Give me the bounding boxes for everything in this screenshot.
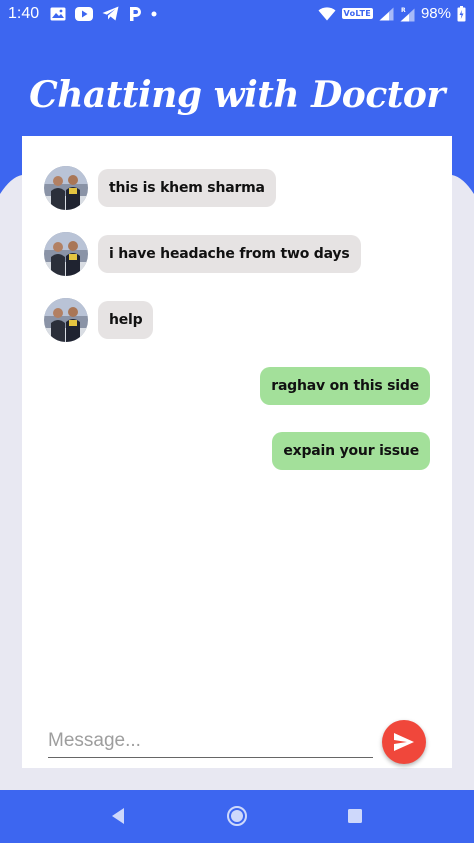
message-input[interactable] (48, 726, 373, 758)
home-button[interactable] (225, 804, 249, 828)
dot-icon (151, 11, 157, 17)
signal-icon (379, 7, 394, 21)
battery-icon (457, 5, 466, 22)
recents-icon (346, 807, 364, 825)
recents-button[interactable] (343, 804, 367, 828)
message-row-received: this is khem sharma (44, 166, 276, 210)
volte-icon: VoLTE (341, 8, 373, 19)
message-row-received: help (44, 298, 154, 342)
message-bubble: i have headache from two days (98, 235, 361, 273)
send-button[interactable] (382, 720, 426, 764)
message-row-received: i have headache from two days (44, 232, 361, 276)
paytm-icon (128, 6, 142, 22)
youtube-icon (75, 6, 94, 21)
status-left: 1:40 (8, 5, 157, 23)
signal-roaming-icon: R (400, 6, 415, 22)
status-time: 1:40 (8, 4, 40, 22)
svg-text:R: R (401, 7, 406, 14)
message-row-sent: expain your issue (272, 432, 430, 470)
chat-card: this is khem sharma i have headache from… (22, 136, 452, 768)
back-icon (109, 807, 127, 825)
nav-bar (0, 790, 474, 843)
message-row-sent: raghav on this side (260, 367, 430, 405)
wifi-icon (318, 6, 336, 21)
avatar[interactable] (44, 232, 88, 276)
message-bubble: help (98, 301, 154, 339)
telegram-icon (102, 6, 119, 21)
message-bubble: expain your issue (272, 432, 430, 470)
page-title: Chatting with Doctor (29, 74, 445, 116)
image-icon (50, 7, 66, 21)
battery-percent: 98% (420, 5, 451, 22)
send-icon (393, 732, 415, 752)
status-right: VoLTE R 98% (318, 5, 466, 22)
message-bubble: this is khem sharma (98, 169, 276, 207)
status-bar: 1:40 VoLTE R 98% (0, 0, 474, 27)
avatar[interactable] (44, 166, 88, 210)
home-icon (226, 805, 248, 827)
avatar[interactable] (44, 298, 88, 342)
back-button[interactable] (106, 804, 130, 828)
message-bubble: raghav on this side (260, 367, 430, 405)
